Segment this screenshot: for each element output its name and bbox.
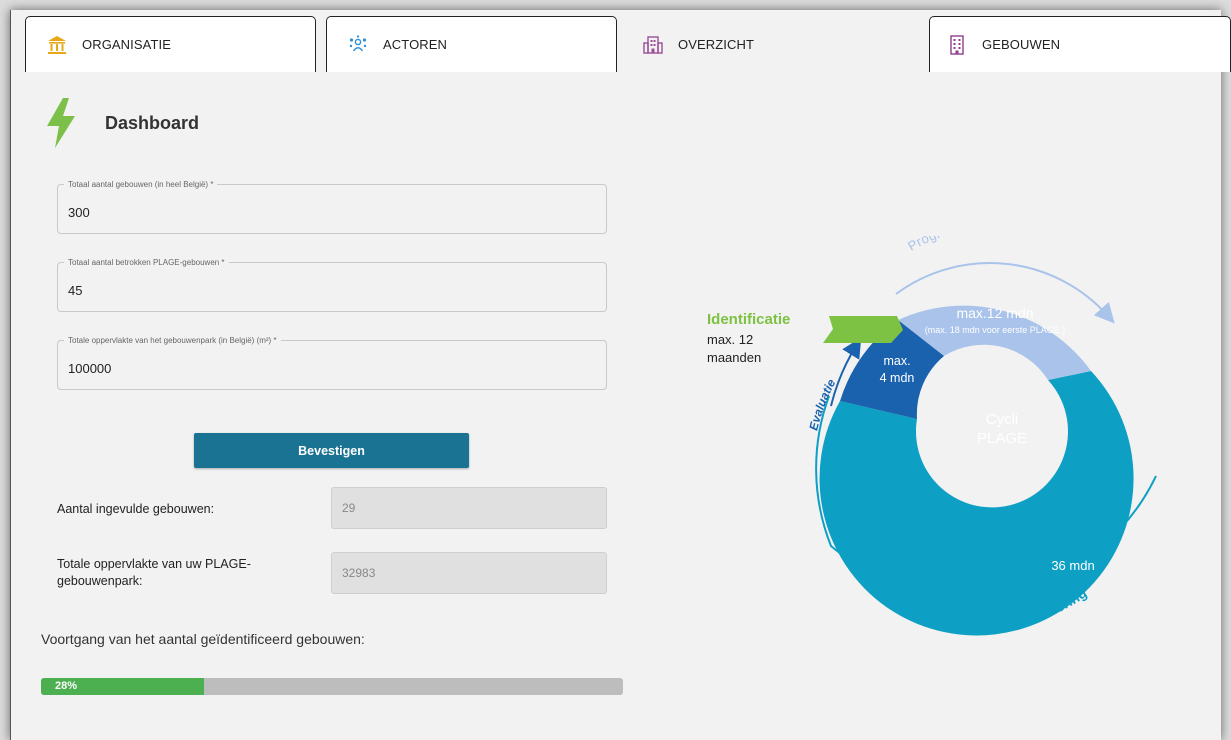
bank-icon bbox=[46, 34, 68, 56]
tab-organisatie[interactable]: ORGANISATIE bbox=[25, 16, 316, 72]
tab-label: OVERZICHT bbox=[678, 37, 755, 52]
programmering-label: Programmering bbox=[905, 236, 1004, 254]
identificatie-flag bbox=[823, 316, 903, 343]
progress-bar: 28% bbox=[41, 678, 623, 695]
building-icon bbox=[946, 34, 968, 56]
evaluatie-duration-line1: max. bbox=[883, 354, 910, 368]
field-label: Totaal aantal betrokken PLAGE-gebouwen * bbox=[64, 257, 229, 268]
progress-fill: 28% bbox=[41, 678, 204, 695]
tab-label: GEBOUWEN bbox=[982, 37, 1061, 52]
tab-label: ORGANISATIE bbox=[82, 37, 171, 52]
plage-area-label: Totale oppervlakte van uw PLAGE- gebouwe… bbox=[57, 556, 251, 590]
programmering-duration: max.12 mdn bbox=[956, 305, 1033, 321]
filled-buildings-label: Aantal ingevulde gebouwen: bbox=[57, 502, 215, 516]
tab-overzicht[interactable]: OVERZICHT bbox=[629, 16, 919, 72]
lightning-bolt-icon bbox=[47, 98, 75, 148]
center-label-line1: Cycli bbox=[986, 411, 1019, 428]
plage-buildings-input[interactable] bbox=[68, 283, 588, 298]
total-buildings-field: Totaal aantal gebouwen (in heel België) … bbox=[57, 179, 607, 234]
tab-label: ACTOREN bbox=[383, 37, 448, 52]
plage-area-label-line1: Totale oppervlakte van uw PLAGE- bbox=[57, 557, 251, 571]
total-area-field: Totale oppervlakte van het gebouwenpark … bbox=[57, 335, 607, 390]
plage-area-label-line2: gebouwenpark: bbox=[57, 574, 143, 588]
programmering-note: (max. 18 mdn voor eerste PLAGE ) bbox=[925, 325, 1066, 335]
identificatie-title: Identificatie bbox=[707, 311, 790, 328]
uitvoering-duration: 36 mdn bbox=[1051, 558, 1094, 573]
identificatie-line2: maanden bbox=[707, 350, 761, 365]
plage-buildings-field: Totaal aantal betrokken PLAGE-gebouwen * bbox=[57, 257, 607, 312]
filled-buildings-value: 29 bbox=[331, 487, 607, 529]
progress-title: Voortgang van het aantal geïdentificeerd… bbox=[41, 631, 365, 647]
total-area-input[interactable] bbox=[68, 361, 588, 376]
total-buildings-input[interactable] bbox=[68, 205, 588, 220]
identificatie-line1: max. 12 bbox=[707, 332, 753, 347]
confirm-button[interactable]: Bevestigen bbox=[194, 433, 469, 468]
field-label: Totaal aantal gebouwen (in heel België) … bbox=[64, 179, 218, 190]
plage-area-value: 32983 bbox=[331, 552, 607, 594]
people-icon bbox=[347, 34, 369, 56]
plage-cycle-diagram: Cycli PLAGE max.12 mdn (max. 18 mdn voor… bbox=[707, 236, 1157, 636]
buildings-icon bbox=[642, 34, 664, 56]
evaluatie-duration-line2: 4 mdn bbox=[880, 371, 915, 385]
center-label-line2: PLAGE bbox=[977, 430, 1027, 447]
tab-bar: ORGANISATIE ACTOREN OVERZICHT GEBOUWEN bbox=[25, 10, 1231, 72]
page-title: Dashboard bbox=[105, 112, 200, 133]
field-label: Totale oppervlakte van het gebouwenpark … bbox=[64, 335, 281, 346]
app-window: ORGANISATIE ACTOREN OVERZICHT GEBOUWEN D… bbox=[10, 10, 1231, 740]
dashboard-header: Dashboard bbox=[45, 98, 199, 148]
tab-actoren[interactable]: ACTOREN bbox=[326, 16, 617, 72]
tab-gebouwen[interactable]: GEBOUWEN bbox=[929, 16, 1231, 72]
